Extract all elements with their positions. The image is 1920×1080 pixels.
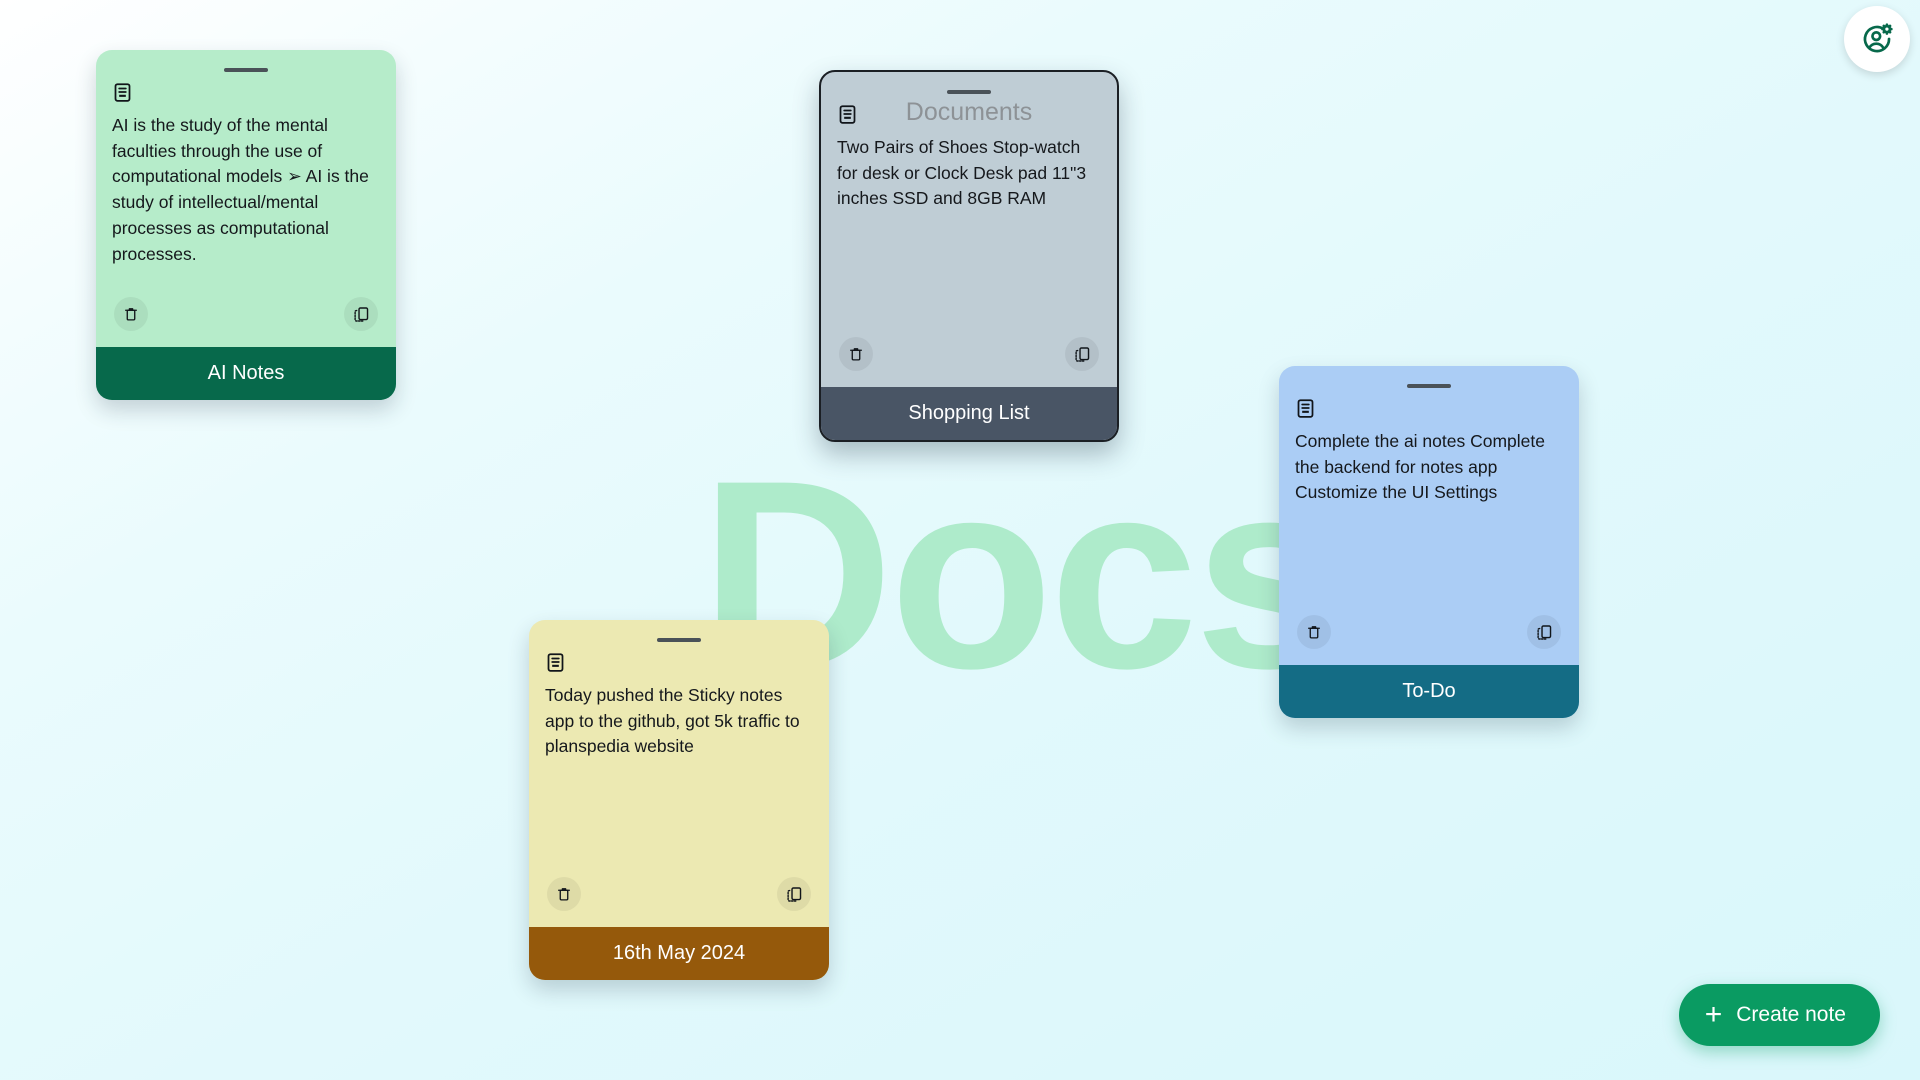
note-text[interactable]: AI is the study of the mental faculties … [112, 113, 380, 267]
create-note-button[interactable]: + Create note [1678, 984, 1880, 1046]
copy-note-button[interactable] [1527, 615, 1561, 649]
note-body: Documents Two Pairs of Shoes Stop-watch … [821, 72, 1117, 387]
document-icon [112, 82, 380, 103]
note-actions [1295, 615, 1563, 665]
trash-icon [1306, 624, 1322, 640]
trash-icon [848, 346, 864, 362]
copy-icon [1536, 624, 1553, 641]
copy-icon [786, 886, 803, 903]
copy-icon [353, 306, 370, 323]
document-icon [837, 104, 1101, 125]
user-settings-button[interactable] [1844, 6, 1910, 72]
note-text[interactable]: Today pushed the Sticky notes app to the… [545, 683, 813, 760]
delete-note-button[interactable] [1297, 615, 1331, 649]
note-card-shopping-list[interactable]: Documents Two Pairs of Shoes Stop-watch … [819, 70, 1119, 442]
note-footer-label[interactable]: 16th May 2024 [529, 927, 829, 980]
document-icon [1295, 398, 1563, 419]
copy-note-button[interactable] [344, 297, 378, 331]
drag-handle[interactable] [224, 68, 268, 72]
delete-note-button[interactable] [547, 877, 581, 911]
plus-icon: + [1704, 998, 1723, 1031]
note-actions [837, 337, 1101, 387]
note-body: Today pushed the Sticky notes app to the… [529, 620, 829, 927]
delete-note-button[interactable] [839, 337, 873, 371]
copy-icon [1074, 346, 1091, 363]
trash-icon [123, 306, 139, 322]
copy-note-button[interactable] [1065, 337, 1099, 371]
drag-handle[interactable] [657, 638, 701, 642]
note-card-date[interactable]: Today pushed the Sticky notes app to the… [529, 620, 829, 980]
delete-note-button[interactable] [114, 297, 148, 331]
user-settings-icon [1860, 22, 1894, 56]
create-note-label: Create note [1736, 1003, 1846, 1026]
note-footer-label[interactable]: To-Do [1279, 665, 1579, 718]
note-footer-label[interactable]: AI Notes [96, 347, 396, 400]
note-text[interactable]: Complete the ai notes Complete the backe… [1295, 429, 1563, 506]
note-card-ai-notes[interactable]: AI is the study of the mental faculties … [96, 50, 396, 400]
note-body: Complete the ai notes Complete the backe… [1279, 366, 1579, 665]
note-footer-label[interactable]: Shopping List [821, 387, 1117, 440]
copy-note-button[interactable] [777, 877, 811, 911]
note-card-todo[interactable]: Complete the ai notes Complete the backe… [1279, 366, 1579, 718]
note-body: AI is the study of the mental faculties … [96, 50, 396, 347]
note-actions [112, 297, 380, 347]
note-text[interactable]: Two Pairs of Shoes Stop-watch for desk o… [837, 135, 1101, 212]
trash-icon [556, 886, 572, 902]
drag-handle[interactable] [1407, 384, 1451, 388]
drag-handle[interactable] [947, 90, 991, 94]
document-icon [545, 652, 813, 673]
note-actions [545, 877, 813, 927]
